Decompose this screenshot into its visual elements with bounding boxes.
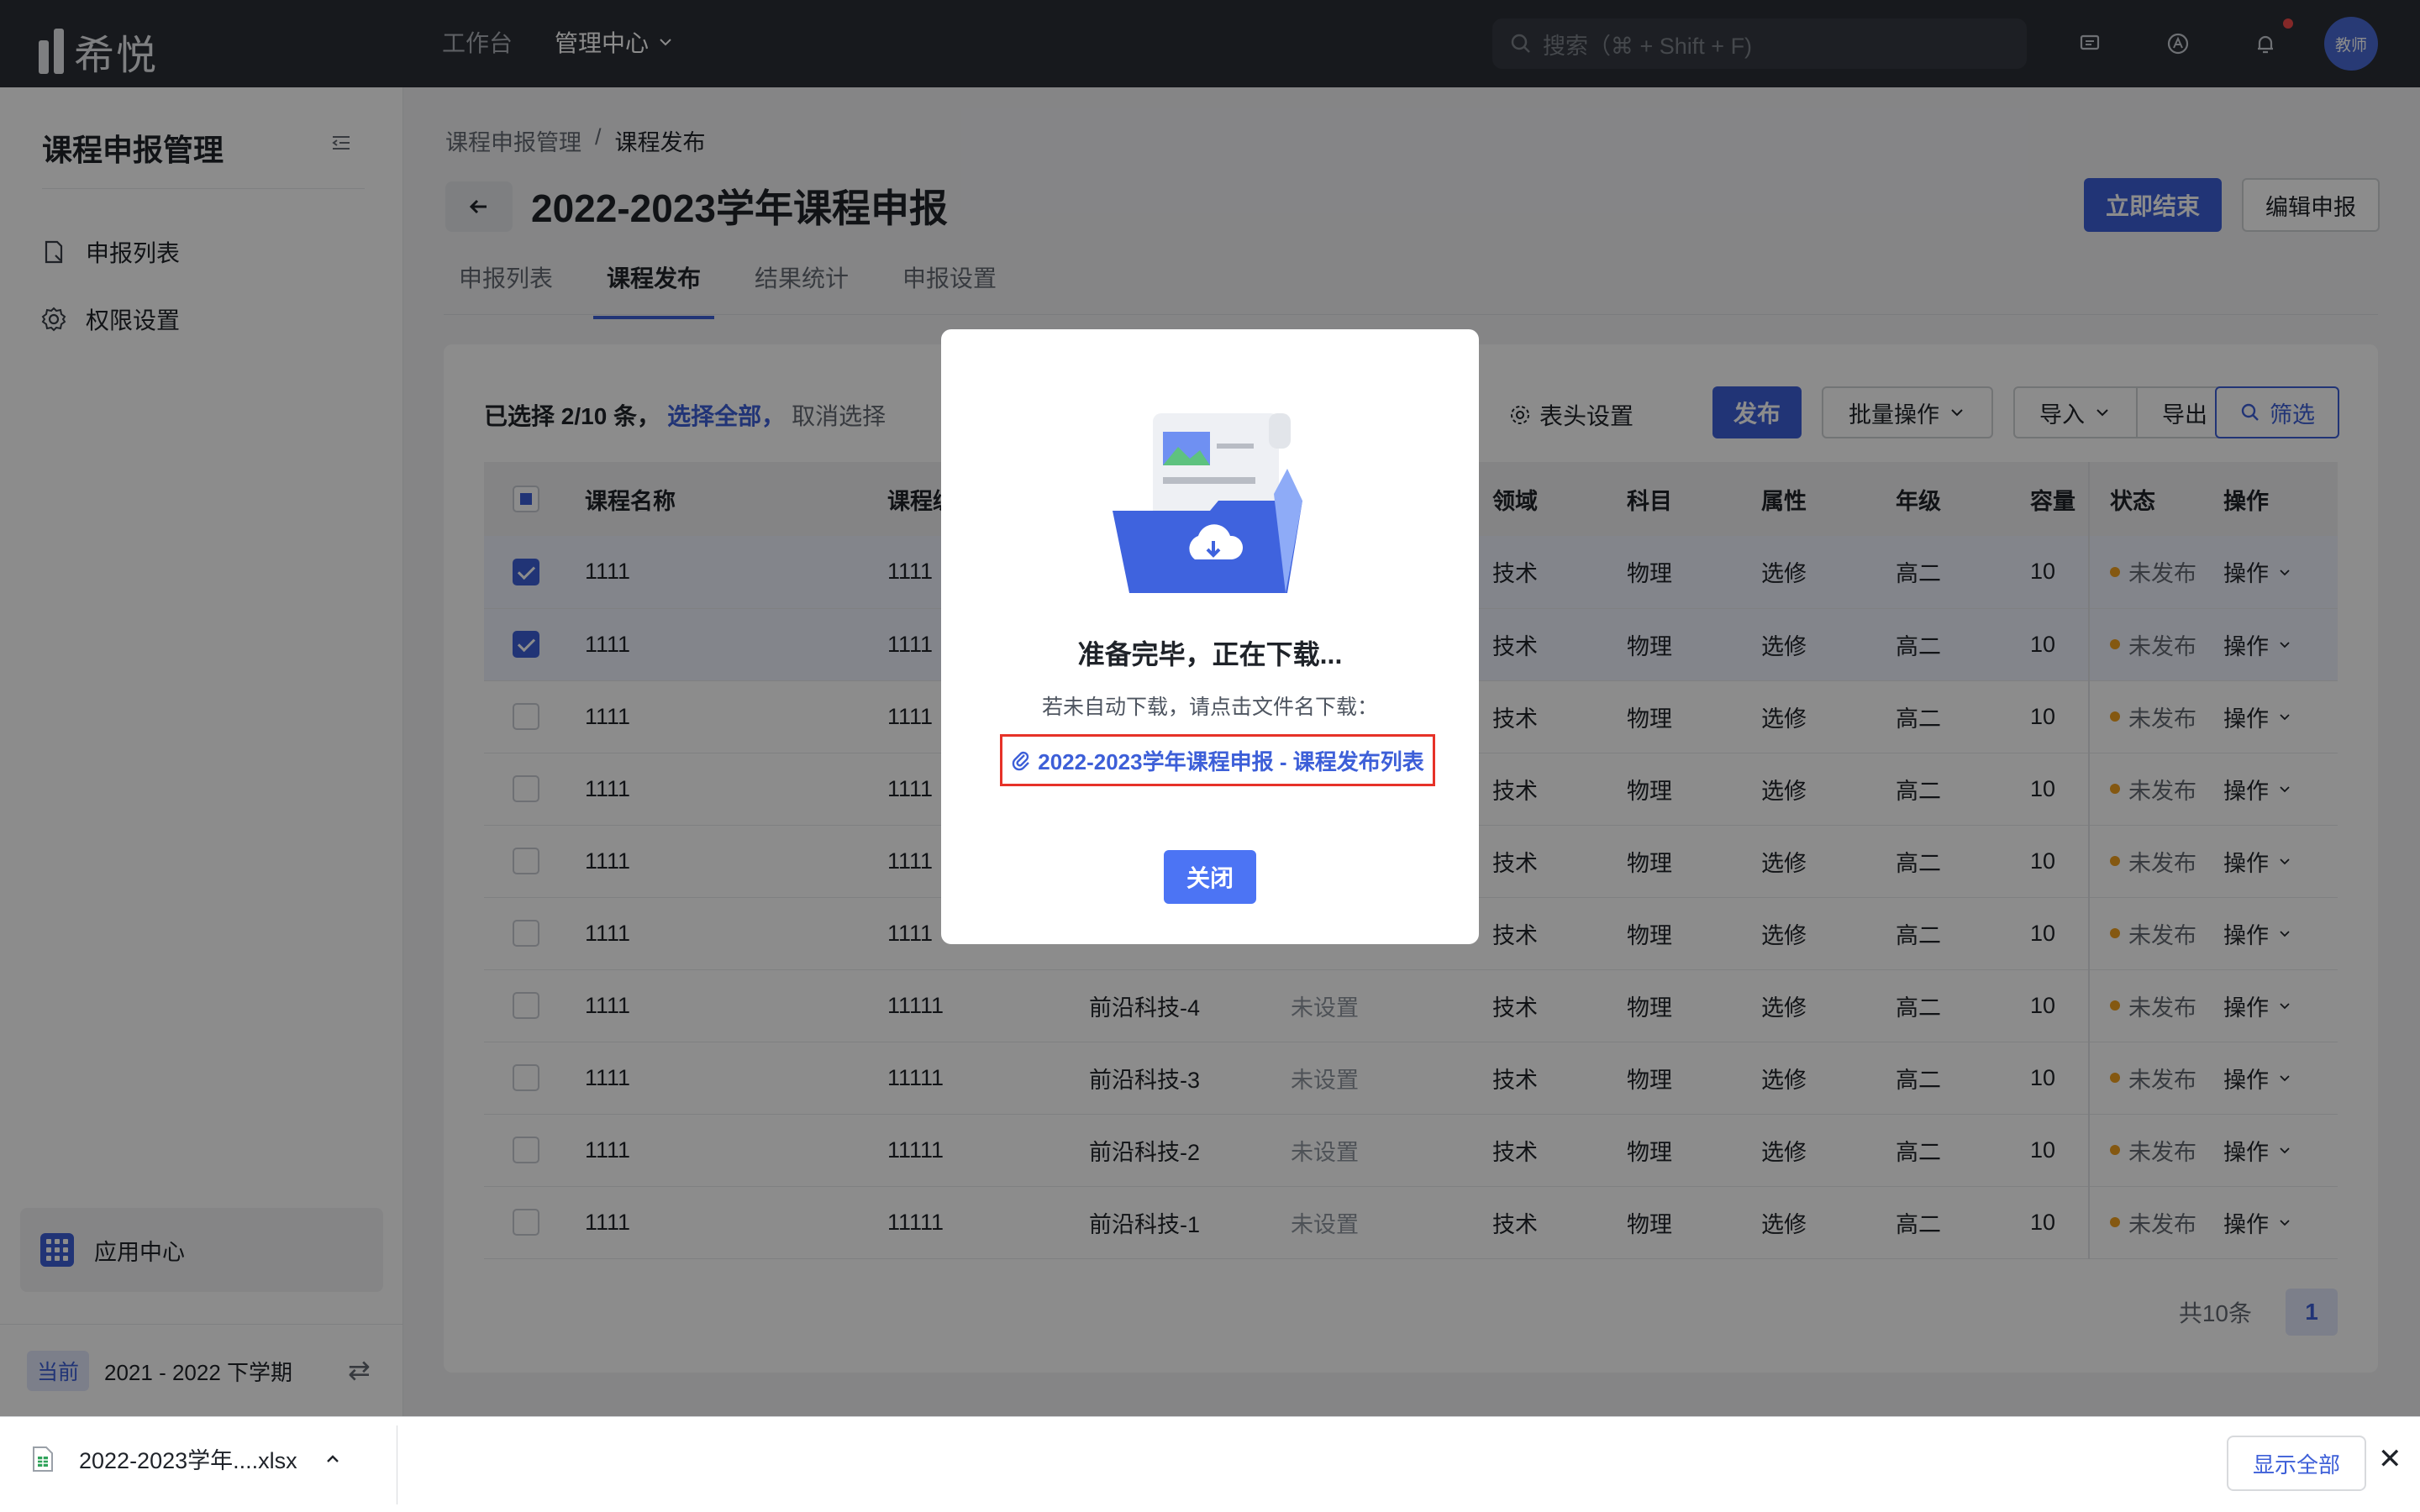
- close-icon[interactable]: ✕: [2378, 1442, 2402, 1476]
- spreadsheet-icon: [33, 1446, 53, 1472]
- chevron-up-icon[interactable]: [323, 1449, 343, 1469]
- paperclip-icon: [1013, 751, 1030, 771]
- downloaded-file-name: 2022-2023学年....xlsx: [79, 1448, 297, 1473]
- download-folder-icon: [1113, 413, 1302, 593]
- downloaded-file[interactable]: 2022-2023学年....xlsx: [32, 1442, 343, 1475]
- download-file-label: 2022-2023学年课程申报 - 课程发布列表: [1038, 748, 1424, 774]
- modal-title: 准备完毕，正在下载...: [1077, 639, 1343, 669]
- download-bar: 2022-2023学年....xlsx 显示全部 ✕: [0, 1416, 2420, 1512]
- download-modal: 准备完毕，正在下载... 若未自动下载，请点击文件名下载： 2022-2023学…: [941, 329, 1479, 944]
- modal-subtitle: 若未自动下载，请点击文件名下载：: [1041, 696, 1378, 719]
- close-button[interactable]: 关闭: [1164, 850, 1256, 904]
- show-all-button[interactable]: 显示全部: [2227, 1436, 2366, 1491]
- download-file-link[interactable]: 2022-2023学年课程申报 - 课程发布列表: [1000, 734, 1435, 786]
